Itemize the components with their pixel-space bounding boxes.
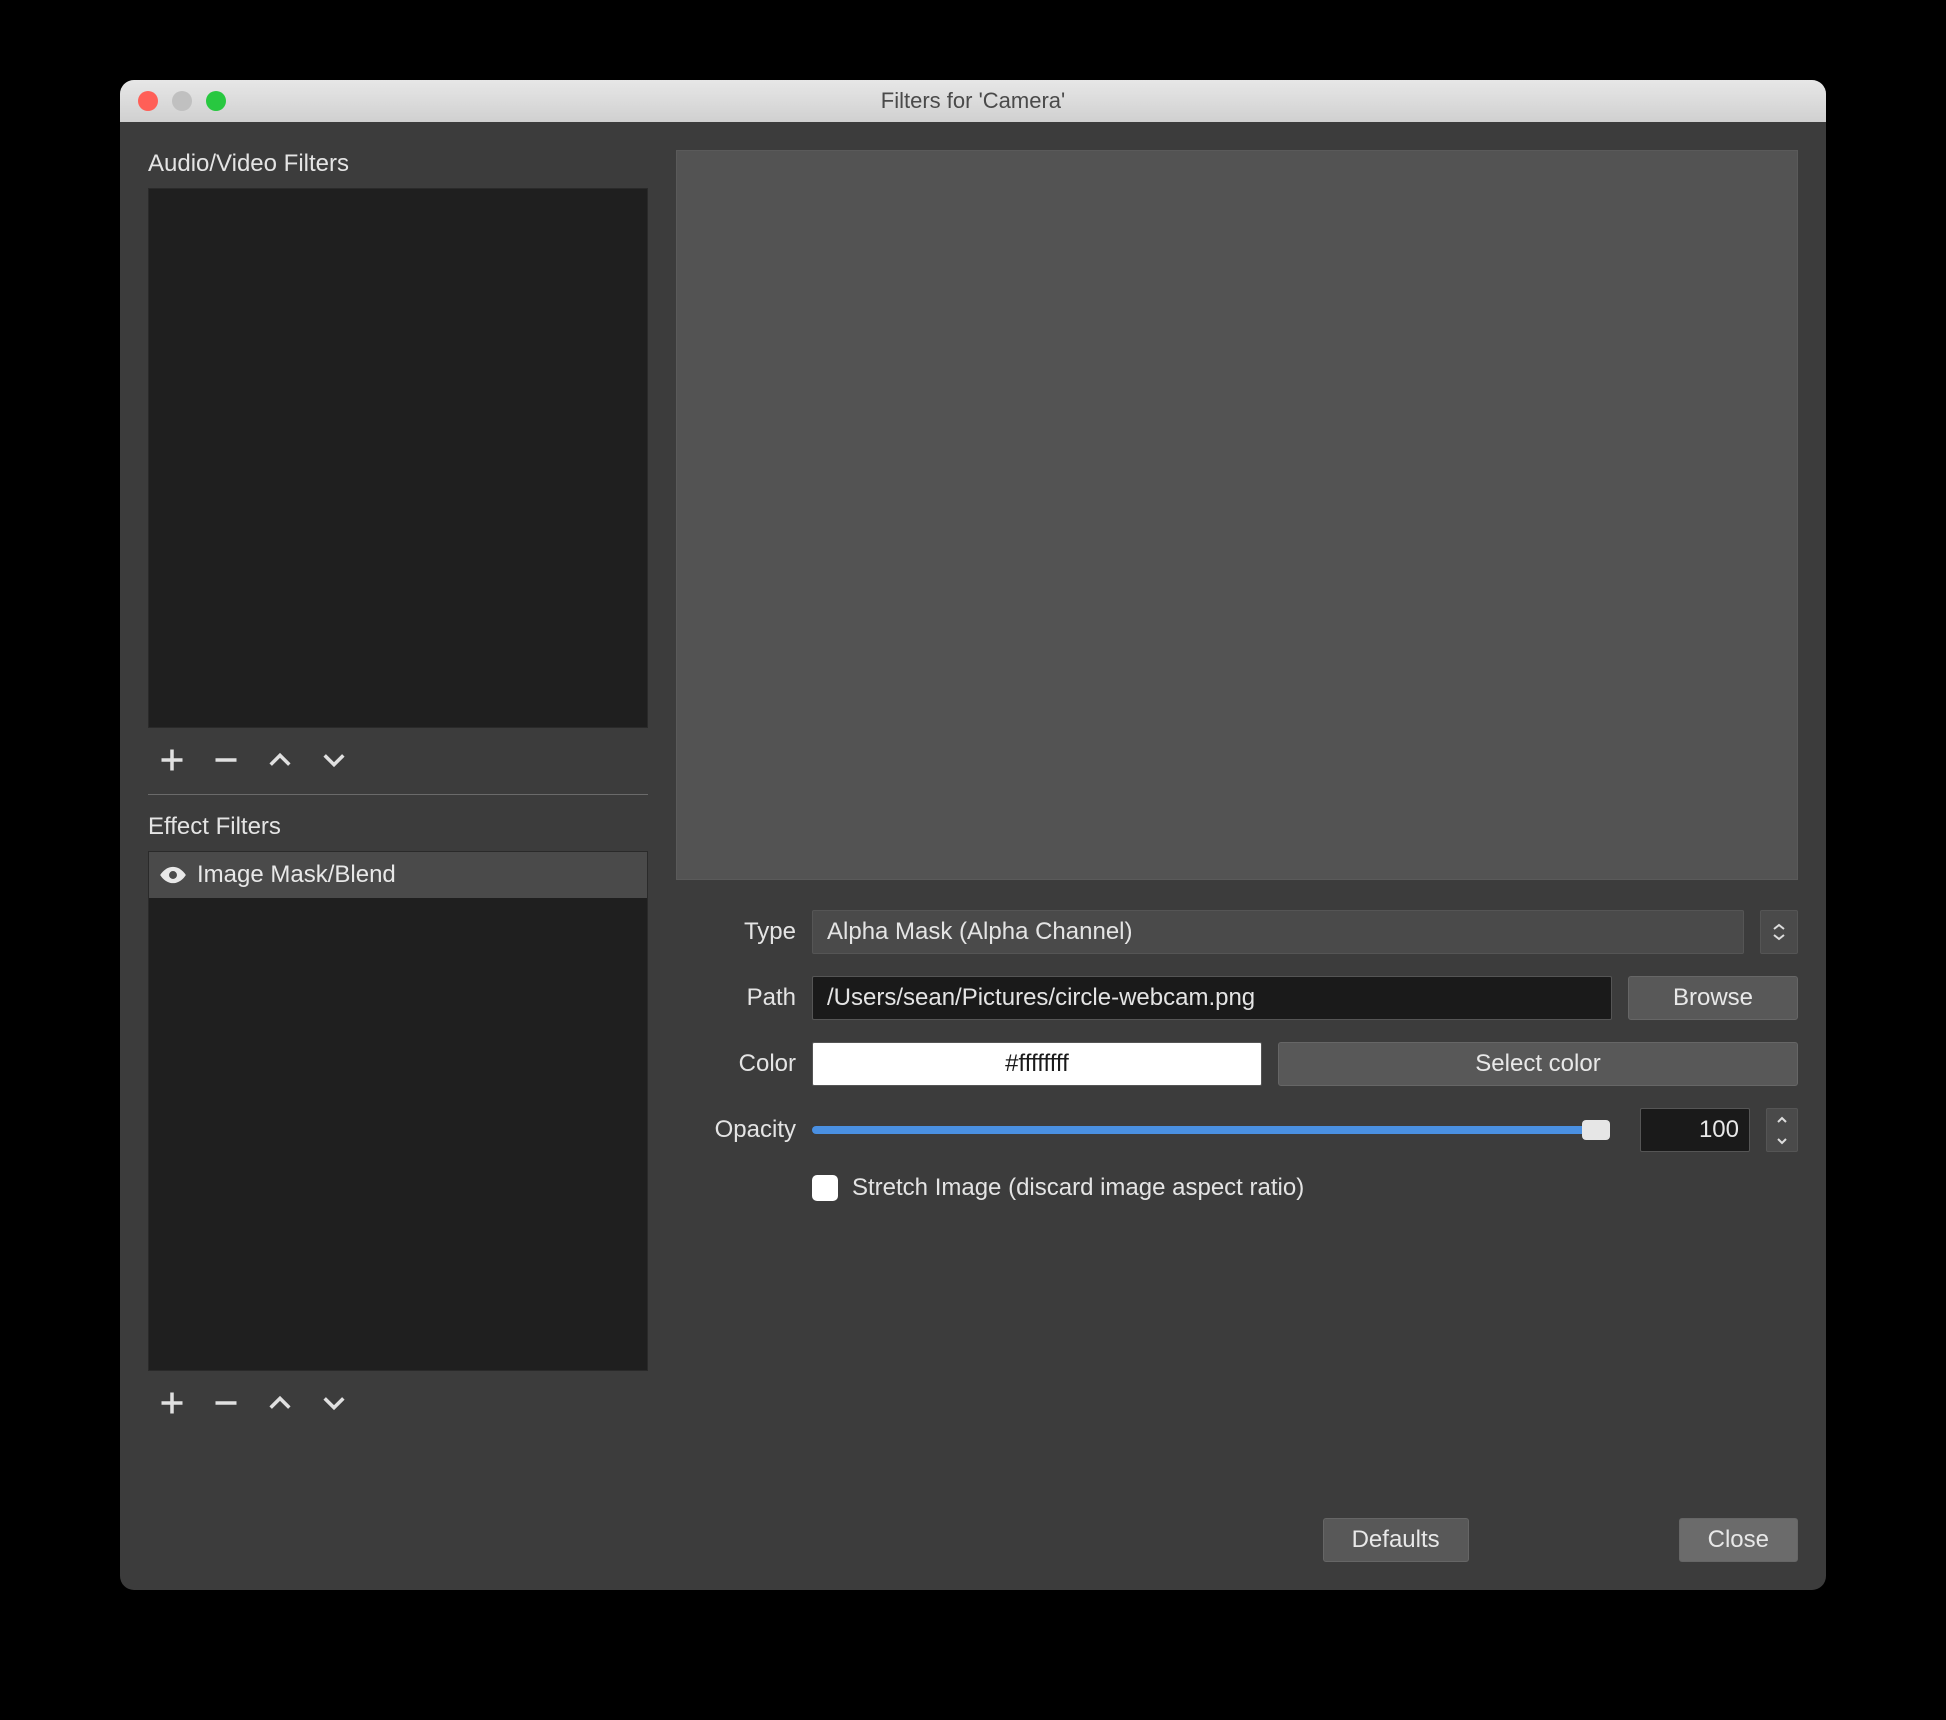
- move-av-filter-down-button[interactable]: [316, 742, 352, 778]
- chevron-up-icon: [1772, 923, 1786, 931]
- path-row: Path Browse: [676, 976, 1798, 1020]
- move-effect-filter-up-button[interactable]: [262, 1385, 298, 1421]
- chevron-down-icon: [320, 746, 348, 774]
- select-color-button[interactable]: Select color: [1278, 1042, 1798, 1086]
- opacity-row: Opacity 100: [676, 1108, 1798, 1152]
- section-divider: [148, 794, 648, 795]
- chevron-up-icon: [1776, 1116, 1788, 1124]
- eye-icon[interactable]: [159, 865, 187, 885]
- close-button[interactable]: Close: [1679, 1518, 1798, 1562]
- preview-area: [676, 150, 1798, 880]
- av-filters-list[interactable]: [148, 188, 648, 728]
- right-column: Type Alpha Mask (Alpha Channel) Path Bro…: [676, 150, 1798, 1562]
- opacity-value[interactable]: 100: [1640, 1108, 1750, 1152]
- path-input[interactable]: [812, 976, 1612, 1020]
- opacity-slider-fill: [812, 1126, 1608, 1134]
- effect-filter-item[interactable]: Image Mask/Blend: [149, 852, 647, 898]
- type-select-value: Alpha Mask (Alpha Channel): [827, 918, 1133, 946]
- type-select[interactable]: Alpha Mask (Alpha Channel): [812, 910, 1744, 954]
- opacity-slider-wrap: [812, 1126, 1608, 1134]
- opacity-step-down[interactable]: [1767, 1130, 1797, 1151]
- remove-effect-filter-button[interactable]: [208, 1385, 244, 1421]
- opacity-step-up[interactable]: [1767, 1109, 1797, 1130]
- effect-filters-toolbar: [148, 1371, 648, 1435]
- path-label: Path: [676, 984, 796, 1012]
- color-label: Color: [676, 1050, 796, 1078]
- move-av-filter-up-button[interactable]: [262, 742, 298, 778]
- opacity-slider-thumb[interactable]: [1582, 1120, 1610, 1140]
- type-label: Type: [676, 918, 796, 946]
- effect-filters-label: Effect Filters: [148, 813, 648, 841]
- opacity-stepper[interactable]: [1766, 1108, 1798, 1152]
- color-swatch[interactable]: #ffffffff: [812, 1042, 1262, 1086]
- add-effect-filter-button[interactable]: [154, 1385, 190, 1421]
- titlebar: Filters for 'Camera': [120, 80, 1826, 122]
- minus-icon: [212, 1389, 240, 1417]
- av-filters-toolbar: [148, 728, 648, 792]
- opacity-label: Opacity: [676, 1116, 796, 1144]
- stretch-row: Stretch Image (discard image aspect rati…: [812, 1174, 1798, 1202]
- type-row: Type Alpha Mask (Alpha Channel): [676, 910, 1798, 954]
- type-select-stepper[interactable]: [1760, 910, 1798, 954]
- av-filters-label: Audio/Video Filters: [148, 150, 648, 178]
- plus-icon: [158, 746, 186, 774]
- content-area: Audio/Video Filters Effect Filters: [120, 122, 1826, 1590]
- chevron-up-icon: [266, 1389, 294, 1417]
- stretch-checkbox[interactable]: [812, 1175, 838, 1201]
- remove-av-filter-button[interactable]: [208, 742, 244, 778]
- effect-filter-item-label: Image Mask/Blend: [197, 861, 396, 889]
- left-column: Audio/Video Filters Effect Filters: [148, 150, 648, 1562]
- add-av-filter-button[interactable]: [154, 742, 190, 778]
- browse-button[interactable]: Browse: [1628, 976, 1798, 1020]
- defaults-button[interactable]: Defaults: [1323, 1518, 1469, 1562]
- chevron-down-icon: [1772, 933, 1786, 941]
- stretch-label: Stretch Image (discard image aspect rati…: [852, 1174, 1304, 1202]
- filters-window: Filters for 'Camera' Audio/Video Filters: [120, 80, 1826, 1590]
- chevron-up-icon: [266, 746, 294, 774]
- minus-icon: [212, 746, 240, 774]
- color-row: Color #ffffffff Select color: [676, 1042, 1798, 1086]
- effect-filters-list[interactable]: Image Mask/Blend: [148, 851, 648, 1371]
- chevron-down-icon: [1776, 1137, 1788, 1145]
- filter-settings-form: Type Alpha Mask (Alpha Channel) Path Bro…: [676, 910, 1798, 1202]
- plus-icon: [158, 1389, 186, 1417]
- move-effect-filter-down-button[interactable]: [316, 1385, 352, 1421]
- window-title: Filters for 'Camera': [120, 88, 1826, 114]
- dialog-buttons: Defaults Close: [676, 1488, 1798, 1562]
- opacity-slider[interactable]: [812, 1126, 1608, 1134]
- chevron-down-icon: [320, 1389, 348, 1417]
